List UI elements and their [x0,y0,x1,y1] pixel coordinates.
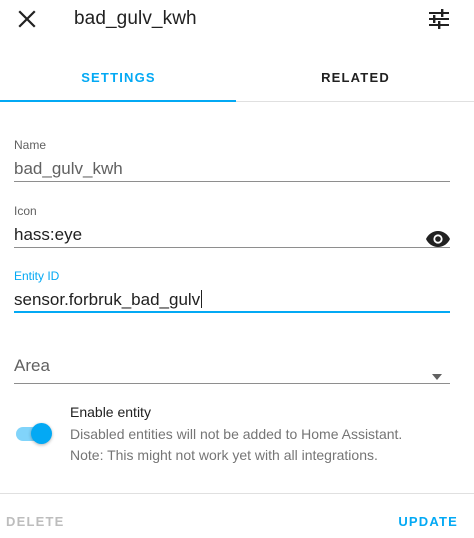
active-tab-indicator [0,100,236,102]
entity-id-label: Entity ID [14,269,60,283]
name-label: Name [14,138,47,152]
icon-underline [14,247,450,248]
advanced-settings-button[interactable] [426,6,452,32]
enable-entity-title: Enable entity [70,404,151,420]
tune-icon [429,9,449,29]
tab-settings[interactable]: SETTINGS [0,52,237,102]
area-underline [14,383,450,384]
area-select[interactable]: Area [14,355,450,385]
entity-id-field[interactable]: Entity ID sensor.forbruk_bad_gulv [14,269,450,315]
icon-input[interactable]: hass:eye [14,224,450,246]
enable-entity-text: Enable entity Disabled entities will not… [70,403,470,466]
dialog-tabs: SETTINGS RELATED [0,52,474,102]
area-placeholder: Area [14,356,50,375]
name-field[interactable]: Name bad_gulv_kwh [14,138,450,182]
chevron-down-icon [432,374,442,380]
close-button[interactable] [14,6,40,32]
entity-settings-dialog: bad_gulv_kwh SETTINGS RELATED Name bad_g… [0,0,474,538]
icon-label: Icon [14,204,37,218]
dialog-header: bad_gulv_kwh [0,0,474,38]
entity-id-underline [14,311,450,313]
text-caret [201,290,203,308]
entity-id-value: sensor.forbruk_bad_gulv [14,290,201,309]
name-input[interactable]: bad_gulv_kwh [14,158,450,180]
dialog-title: bad_gulv_kwh [74,8,197,29]
update-button[interactable]: UPDATE [398,514,458,529]
entity-id-input[interactable]: sensor.forbruk_bad_gulv [14,289,450,311]
toggle-thumb [31,423,52,444]
footer-divider [0,493,474,494]
delete-button[interactable]: DELETE [6,514,64,529]
enable-entity-toggle[interactable] [14,422,54,446]
eye-icon [426,231,450,247]
close-icon [18,10,36,28]
icon-field[interactable]: Icon hass:eye [14,204,450,248]
tab-related[interactable]: RELATED [237,52,474,102]
enable-entity-description-1: Disabled entities will not be added to H… [70,426,403,442]
name-underline [14,181,450,182]
enable-entity-description-2: Note: This might not work yet with all i… [70,447,378,463]
